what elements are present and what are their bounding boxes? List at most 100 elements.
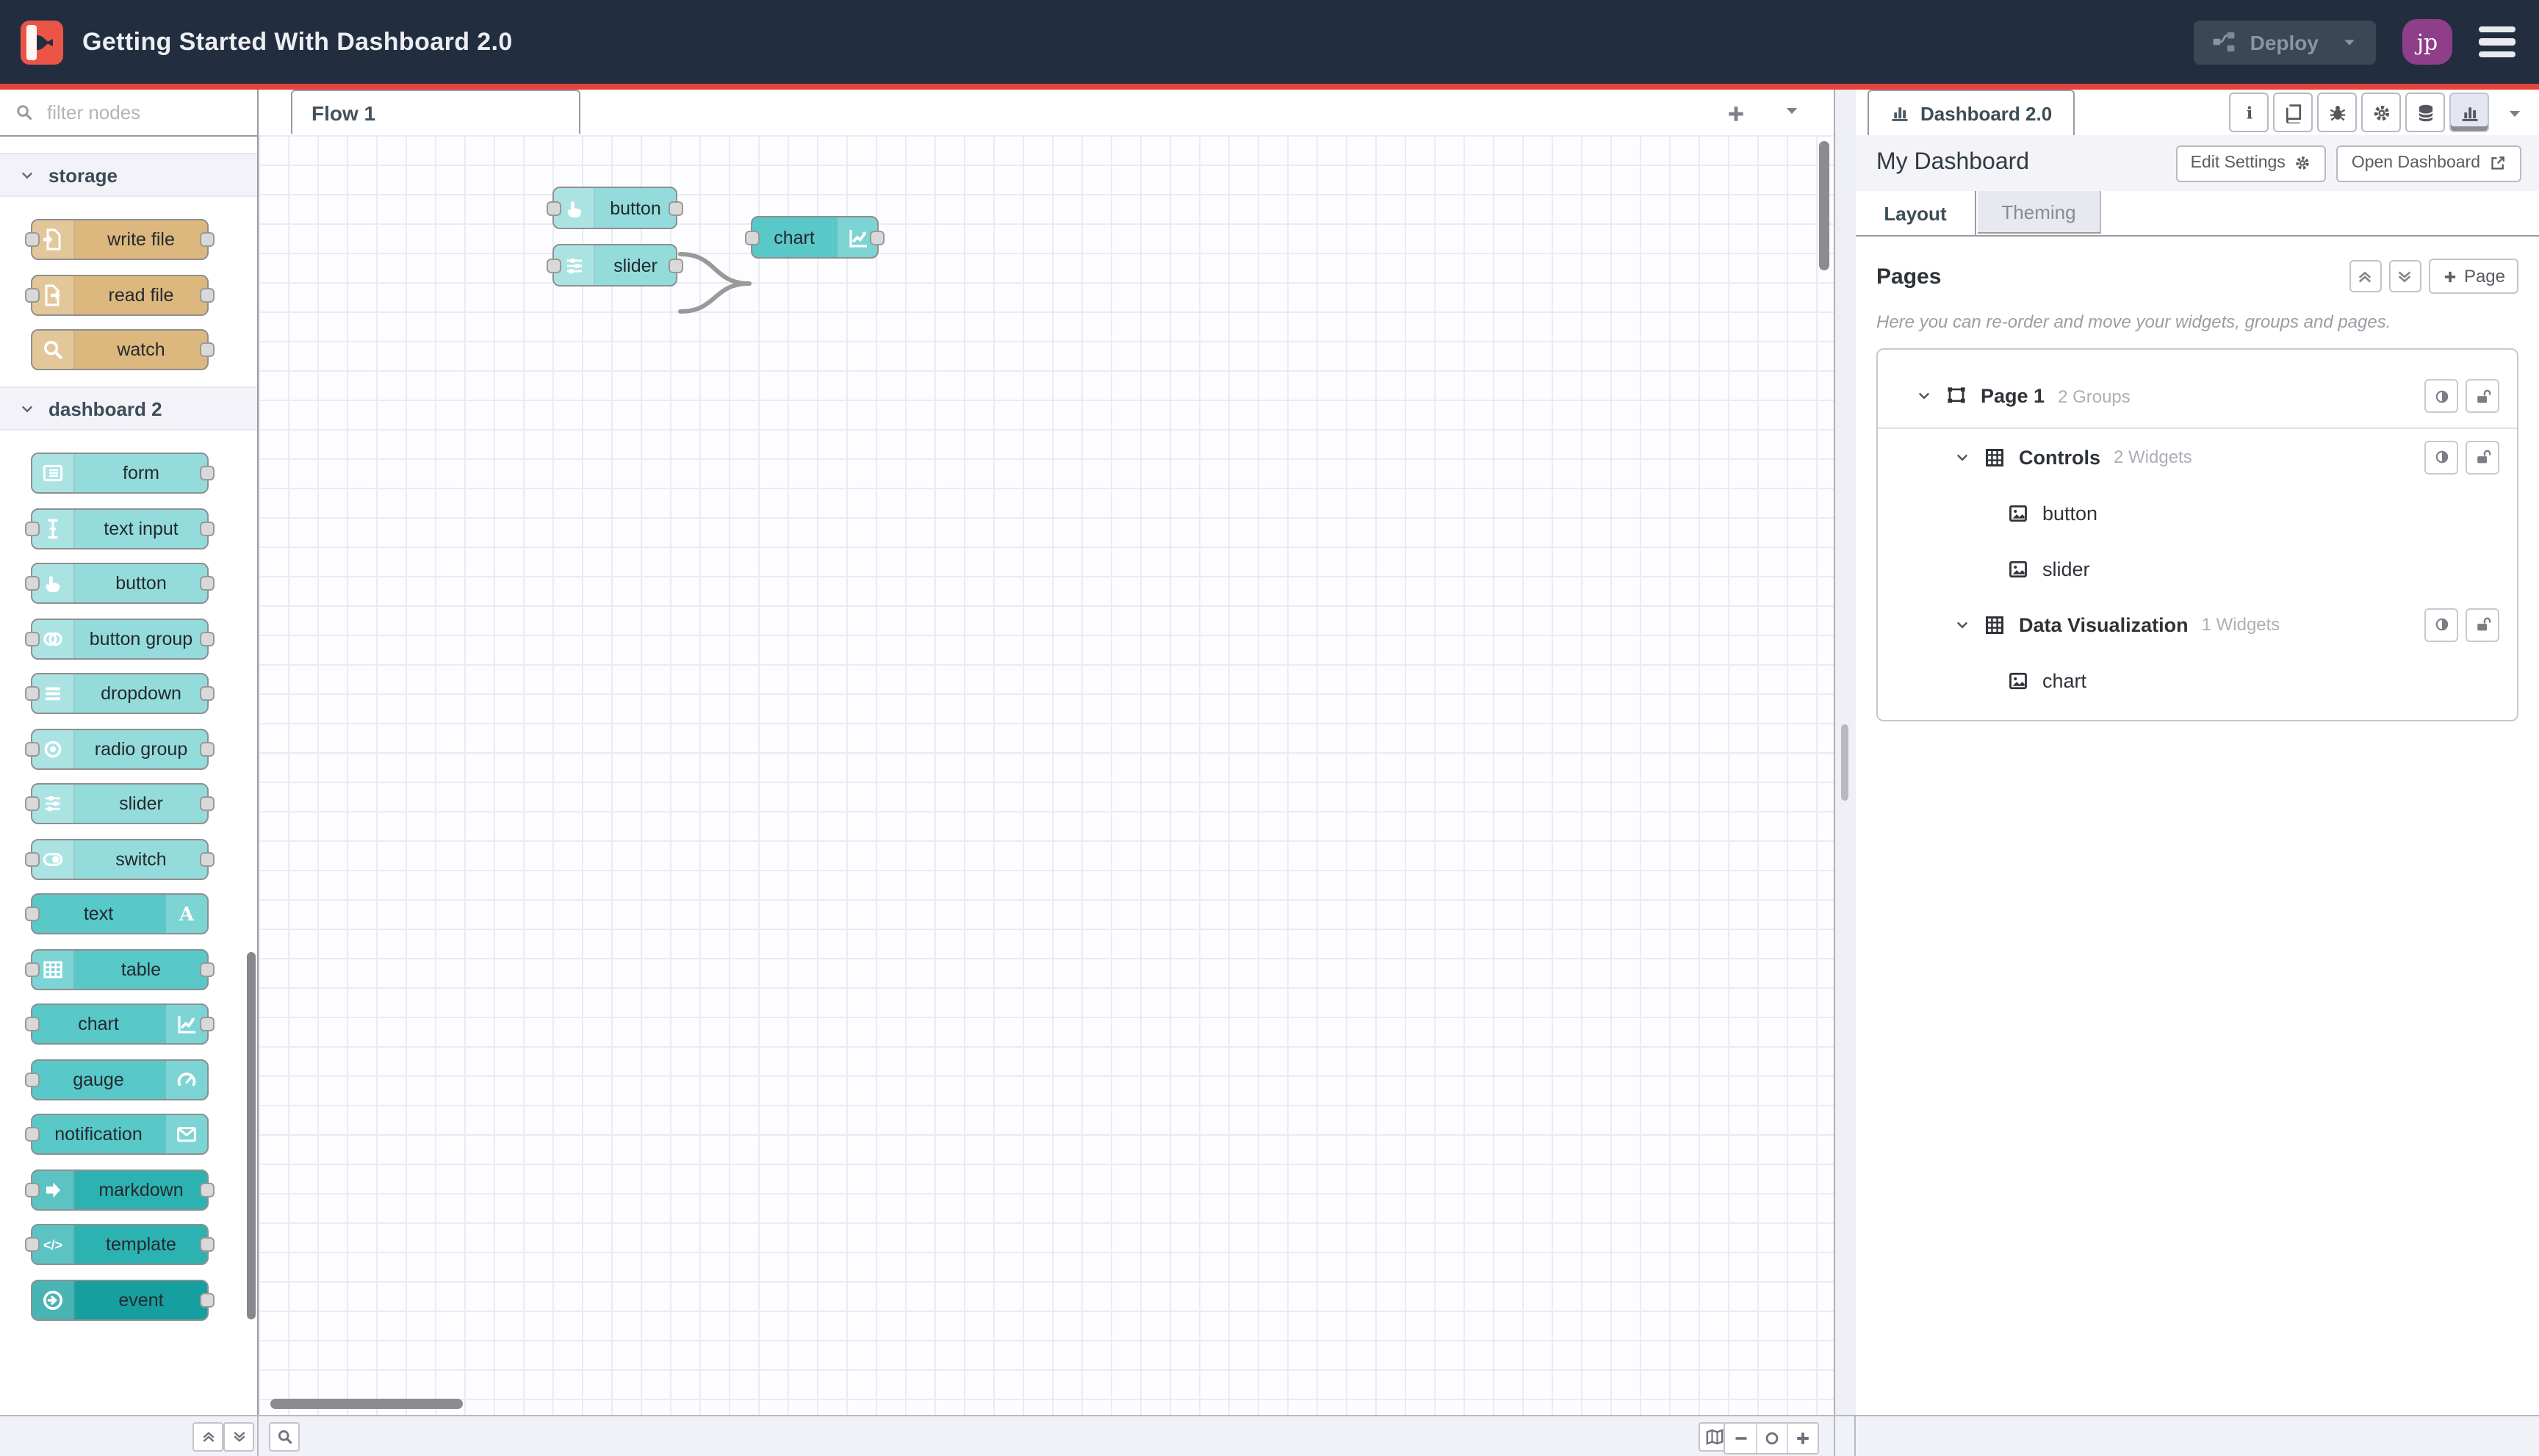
node-output-port[interactable]	[669, 201, 683, 215]
add-flow-button[interactable]	[1719, 97, 1751, 129]
node-output-port[interactable]	[200, 1292, 215, 1307]
palette-node-write-file[interactable]: write file	[25, 219, 215, 260]
node-input-port[interactable]	[25, 686, 40, 701]
sidebar-tab-config[interactable]	[2361, 93, 2401, 132]
hamburger-menu-icon[interactable]	[2479, 26, 2515, 58]
flow-node-button[interactable]: button	[547, 187, 683, 229]
node-input-port[interactable]	[25, 576, 40, 591]
palette-node-watch[interactable]: watch	[31, 329, 215, 370]
zoom-in-button[interactable]	[1787, 1423, 1818, 1452]
node-output-port[interactable]	[200, 521, 215, 536]
lock-toggle-button[interactable]	[2466, 608, 2499, 641]
node-output-port[interactable]	[200, 342, 215, 357]
chevron-down-icon[interactable]	[1916, 388, 1932, 404]
palette-category-dashboard-2[interactable]: dashboard 2	[0, 386, 257, 430]
node-input-port[interactable]	[25, 1237, 40, 1252]
palette-node-button-group[interactable]: button group	[25, 618, 215, 659]
palette-node-read-file[interactable]: read file	[25, 274, 215, 315]
palette-category-storage[interactable]: storage	[0, 153, 257, 197]
palette-node-form[interactable]: form	[31, 453, 215, 494]
palette-node-notification[interactable]: notification	[25, 1114, 209, 1155]
node-output-port[interactable]	[200, 287, 215, 302]
node-input-port[interactable]	[25, 287, 40, 302]
canvas-vertical-scrollbar[interactable]	[1819, 141, 1829, 270]
palette-node-switch[interactable]: switch	[25, 838, 215, 879]
canvas-search-button[interactable]	[269, 1421, 300, 1451]
lock-toggle-button[interactable]	[2466, 379, 2499, 413]
node-input-port[interactable]	[25, 521, 40, 536]
collapse-all-button[interactable]	[2349, 260, 2382, 292]
sidebar-resize-divider[interactable]	[1834, 90, 1857, 1415]
tree-row-button[interactable]: button	[1878, 485, 2517, 541]
edit-settings-button[interactable]: Edit Settings	[2175, 145, 2327, 181]
palette-node-text[interactable]: text	[25, 893, 209, 934]
filter-nodes-input[interactable]	[44, 100, 226, 125]
tree-row-chart[interactable]: chart	[1878, 652, 2517, 708]
node-output-port[interactable]	[200, 796, 215, 811]
palette-node-text-input[interactable]: text input	[25, 508, 215, 549]
visibility-toggle-button[interactable]	[2424, 379, 2458, 413]
node-input-port[interactable]	[745, 230, 760, 245]
node-output-port[interactable]	[200, 576, 215, 591]
palette-search[interactable]	[0, 90, 257, 137]
node-output-port[interactable]	[669, 258, 683, 273]
node-input-port[interactable]	[25, 962, 40, 976]
workspace-grid[interactable]	[259, 135, 1834, 1415]
add-page-button[interactable]: Page	[2428, 259, 2518, 294]
node-input-port[interactable]	[25, 741, 40, 756]
tab-theming[interactable]: Theming	[1978, 191, 2101, 234]
node-input-port[interactable]	[25, 796, 40, 811]
lock-toggle-button[interactable]	[2466, 440, 2499, 474]
node-input-port[interactable]	[25, 1127, 40, 1142]
node-output-port[interactable]	[200, 232, 215, 247]
palette-node-radio-group[interactable]: radio group	[25, 728, 215, 769]
chevron-down-icon[interactable]	[1954, 449, 1970, 465]
node-input-port[interactable]	[547, 258, 561, 273]
node-input-port[interactable]	[25, 1072, 40, 1086]
node-output-port[interactable]	[200, 631, 215, 646]
sidebar-tab-context[interactable]	[2405, 93, 2445, 132]
visibility-toggle-button[interactable]	[2424, 608, 2458, 641]
node-input-port[interactable]	[25, 232, 40, 247]
palette-node-table[interactable]: table	[25, 948, 215, 990]
node-output-port[interactable]	[200, 851, 215, 866]
flow-tab[interactable]: Flow 1	[291, 90, 580, 134]
sidebar-tab-help[interactable]	[2273, 93, 2313, 132]
palette-node-slider[interactable]: slider	[25, 783, 215, 824]
zoom-reset-button[interactable]	[1756, 1423, 1787, 1452]
flow-node-slider[interactable]: slider	[547, 244, 683, 286]
palette-node-button[interactable]: button	[25, 563, 215, 604]
palette-node-template[interactable]: template	[25, 1224, 215, 1265]
flow-list-caret-icon[interactable]	[1782, 101, 1801, 120]
palette-node-chart[interactable]: chart	[25, 1003, 215, 1045]
sidebar-tabs-caret-icon[interactable]	[2505, 104, 2524, 123]
zoom-out-button[interactable]	[1725, 1423, 1756, 1452]
node-input-port[interactable]	[25, 1017, 40, 1031]
chevron-down-icon[interactable]	[1954, 616, 1970, 633]
palette-collapse-button[interactable]	[192, 1421, 223, 1451]
palette-node-markdown[interactable]: markdown	[25, 1169, 215, 1210]
node-input-port[interactable]	[25, 1182, 40, 1197]
tree-row-Page-1[interactable]: Page 1 2 Groups	[1878, 364, 2517, 429]
deploy-button[interactable]: Deploy	[2194, 20, 2376, 64]
palette-node-gauge[interactable]: gauge	[25, 1059, 209, 1100]
user-avatar[interactable]: jp	[2402, 19, 2452, 65]
node-output-port[interactable]	[200, 1182, 215, 1197]
open-dashboard-button[interactable]: Open Dashboard	[2336, 145, 2521, 181]
node-input-port[interactable]	[547, 201, 561, 215]
node-input-port[interactable]	[25, 631, 40, 646]
deploy-caret-icon[interactable]	[2341, 33, 2358, 51]
divider-drag-handle[interactable]	[1841, 724, 1848, 801]
expand-all-button[interactable]	[2388, 260, 2421, 292]
node-input-port[interactable]	[25, 907, 40, 921]
sidebar-tab-dashboard-icon[interactable]	[2449, 93, 2489, 132]
palette-node-dropdown[interactable]: dropdown	[25, 673, 215, 714]
node-output-port[interactable]	[200, 962, 215, 976]
sidebar-tab-info[interactable]	[2229, 93, 2269, 132]
tree-row-slider[interactable]: slider	[1878, 541, 2517, 597]
node-output-port[interactable]	[200, 466, 215, 480]
visibility-toggle-button[interactable]	[2424, 440, 2458, 474]
tree-row-Controls[interactable]: Controls 2 Widgets	[1878, 429, 2517, 485]
flow-node-chart[interactable]: chart	[745, 216, 885, 259]
palette-scrollbar[interactable]	[247, 952, 256, 1319]
